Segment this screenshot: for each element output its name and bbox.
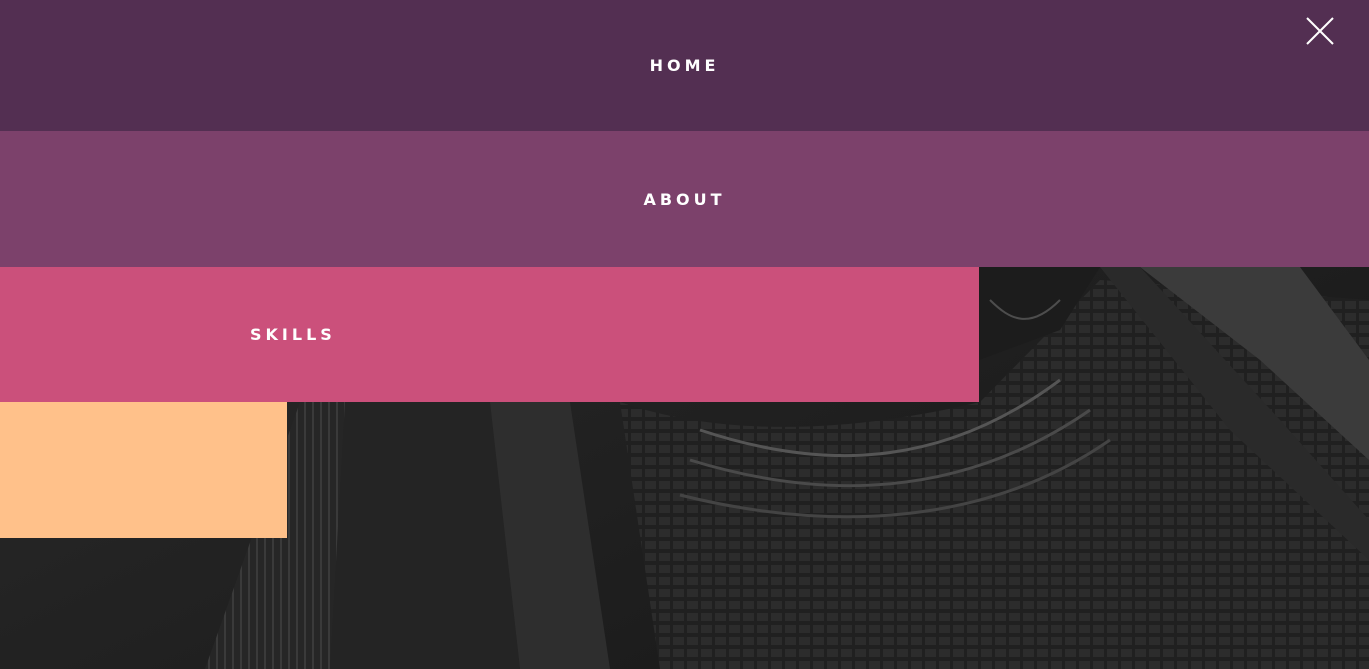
menu-item-home[interactable]: HOME — [0, 0, 1369, 131]
menu-item-about[interactable]: ABOUT — [0, 131, 1369, 267]
page: HOME ABOUT SKILLS — [0, 0, 1369, 669]
menu-item-skills[interactable]: SKILLS — [0, 267, 979, 402]
close-icon — [1306, 17, 1334, 45]
menu-item-about-label: ABOUT — [643, 189, 726, 209]
menu-item-home-label: HOME — [649, 56, 720, 75]
menu-item-skills-label: SKILLS — [250, 325, 336, 344]
close-button[interactable] — [1305, 16, 1335, 46]
menu-item-extra[interactable] — [0, 402, 287, 538]
